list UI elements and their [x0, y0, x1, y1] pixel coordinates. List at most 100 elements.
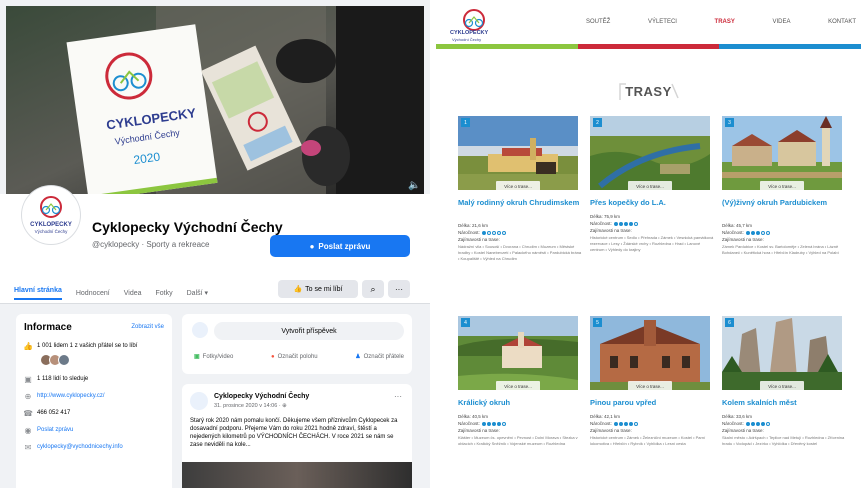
- site-logo-title: CYKLOPECKY: [450, 30, 489, 36]
- tab-home[interactable]: Hlavní stránka: [14, 287, 62, 300]
- info-likes: 1 001 lidem 1 z vašich přátel se to líbí: [37, 343, 138, 349]
- post-options-button[interactable]: ···: [394, 392, 402, 401]
- route-photo[interactable]: 2 Více o trase...: [590, 116, 710, 190]
- email-link[interactable]: cyklopecky@vychodnicechy.info: [37, 444, 123, 450]
- difficulty-dot-icon: [750, 230, 755, 235]
- route-title[interactable]: Pinou parou vpřed: [590, 398, 714, 407]
- route-more-button[interactable]: Více o trase...: [628, 181, 672, 190]
- info-send-message-link[interactable]: Poslat zprávu: [37, 427, 73, 433]
- route-title[interactable]: Malý rodinný okruh Chrudimskem: [458, 198, 582, 207]
- route-photo[interactable]: 3 Více o trase...: [722, 116, 842, 190]
- route-highlights-label: Zajímavosti na trase:: [458, 428, 500, 433]
- ellipsis-icon: ···: [395, 284, 403, 294]
- post-image[interactable]: [182, 462, 412, 488]
- difficulty-dot-icon: [623, 221, 628, 226]
- nav-trasy[interactable]: TRASY: [715, 19, 735, 25]
- route-title[interactable]: Králický okruh: [458, 398, 582, 407]
- route-meta: Délka: 40,5 km Náročnost: Zajímavosti na t…: [458, 413, 582, 434]
- route-photo[interactable]: 1 Více o trase...: [458, 116, 578, 190]
- avatar-title: CYKLOPECKY: [30, 222, 72, 228]
- route-difficulty: Náročnost:: [722, 229, 846, 236]
- route-more-button[interactable]: Více o trase...: [760, 381, 804, 390]
- website-page: CYKLOPECKY Východní Čechy SOUTĚŽ VÝLETEC…: [436, 0, 861, 488]
- route-difficulty: Náročnost:: [590, 220, 714, 227]
- info-message-row: ◉ Poslat zprávu: [24, 426, 164, 434]
- route-length: Délka: 21,6 km: [458, 223, 489, 228]
- difficulty-dot-icon: [755, 230, 760, 235]
- nav-videa[interactable]: VIDEA: [772, 19, 790, 25]
- route-meta: Délka: 21,6 km Náročnost: Zajímavosti na t…: [458, 222, 582, 243]
- color-stripe-green: [436, 44, 578, 49]
- info-panel: Informace Zobrazit vše 👍 1 001 lidem 1 z…: [16, 314, 172, 488]
- tab-videos[interactable]: Videa: [124, 290, 142, 297]
- route-highlights-label: Zajímavosti na trase:: [722, 428, 764, 433]
- speaker-icon[interactable]: 🔈: [408, 180, 420, 191]
- difficulty-dot-icon: [628, 421, 633, 426]
- difficulty-dot-icon: [633, 421, 638, 426]
- checkin-button[interactable]: ● Označit polohu: [271, 353, 318, 360]
- tab-reviews[interactable]: Hodnocení: [76, 290, 110, 297]
- page-title: Cyklopecky Východní Čechy: [92, 219, 283, 235]
- location-pin-icon: ●: [270, 353, 275, 360]
- avatar-subtitle: Východní Čechy: [35, 228, 69, 234]
- color-stripe-red: [577, 44, 720, 49]
- info-likes-row: 👍 1 001 lidem 1 z vašich přátel se to lí…: [24, 342, 164, 350]
- route-highlights: Historické centrum • Zámek • Železniční …: [590, 435, 706, 446]
- page-avatar[interactable]: CYKLOPECKY Východní Čechy: [22, 186, 80, 244]
- tag-friends-button[interactable]: ♟ Označit přátele: [355, 353, 404, 361]
- page-title: TRASY: [625, 84, 672, 99]
- route-title[interactable]: (Vý)živný okruh Pardubickem: [722, 198, 846, 207]
- route-more-button[interactable]: Více o trase...: [496, 181, 540, 190]
- photo-video-label: Fotky/video: [202, 353, 234, 360]
- search-button[interactable]: ⌕: [362, 280, 384, 298]
- difficulty-dot-icon: [750, 421, 755, 426]
- route-highlights: Skalní město • Adršpach • Teplice nad Me…: [722, 435, 845, 446]
- route-photo[interactable]: 4 Více o trase...: [458, 316, 578, 390]
- post-date[interactable]: 31. prosince 2020 v 14:06 · ⊕: [214, 403, 287, 409]
- route-more-button[interactable]: Více o trase...: [496, 381, 540, 390]
- like-page-button[interactable]: 👍 To se mi líbí: [278, 280, 358, 298]
- post-author[interactable]: Cyklopecky Východní Čechy: [214, 393, 309, 400]
- website-link[interactable]: http://www.cyklopecky.cz/: [37, 393, 105, 399]
- friend-avatars[interactable]: [40, 354, 164, 366]
- route-more-button[interactable]: Více o trase...: [760, 181, 804, 190]
- avatar: [192, 322, 208, 338]
- more-options-button[interactable]: ···: [388, 280, 410, 298]
- nav-soutez[interactable]: SOUTĚŽ: [586, 19, 610, 25]
- messenger-icon: ◉: [24, 426, 32, 434]
- difficulty-dot-icon: [765, 421, 770, 426]
- difficulty-rating: [745, 421, 770, 426]
- route-difficulty: Náročnost:: [590, 420, 714, 427]
- route-more-button[interactable]: Více o trase...: [628, 381, 672, 390]
- photo-video-button[interactable]: ▣ Fotky/video: [194, 353, 234, 361]
- tab-more[interactable]: Další ▾: [187, 289, 208, 297]
- route-title[interactable]: Kolem skalních měst: [722, 398, 846, 407]
- info-see-all-link[interactable]: Zobrazit vše: [131, 324, 164, 330]
- route-difficulty-label: Náročnost:: [590, 421, 612, 426]
- person-icon: ♟: [355, 354, 361, 360]
- site-nav: SOUTĚŽ VÝLETECI TRASY VIDEA KONTAKT: [586, 19, 856, 25]
- create-post-input[interactable]: Vytvořit příspěvek: [214, 322, 404, 340]
- screenshot-collage: CYKLOPECKY Východní Čechy 2020 🔈 CYKLOPE…: [0, 0, 861, 488]
- route-photo[interactable]: 6 Více o trase...: [722, 316, 842, 390]
- difficulty-dot-icon: [486, 230, 491, 235]
- color-stripe-blue: [719, 44, 861, 49]
- difficulty-dot-icon: [481, 421, 486, 426]
- feed-post: Cyklopecky Východní Čechy 31. prosince 2…: [182, 384, 412, 488]
- route-meta: Délka: 75,9 km Náročnost: Zajímavosti na t…: [590, 213, 714, 234]
- route-title[interactable]: Přes kopečky do L.A.: [590, 198, 714, 207]
- route-photo[interactable]: 5 Více o trase...: [590, 316, 710, 390]
- difficulty-dot-icon: [491, 230, 496, 235]
- send-message-button[interactable]: ● Poslat zprávu: [270, 235, 410, 257]
- info-website-row: ⊕ http://www.cyklopecky.cz/: [24, 392, 164, 400]
- tag-friends-label: Označit přátele: [363, 353, 404, 360]
- route-length: Délka: 75,9 km: [590, 214, 621, 219]
- tab-photos[interactable]: Fotky: [156, 290, 173, 297]
- create-post-actions: ▣ Fotky/video ● Označit polohu ♟ Označit př…: [194, 353, 404, 361]
- difficulty-rating: [481, 230, 506, 235]
- nav-vyletnici[interactable]: VÝLETECI: [648, 19, 677, 25]
- messenger-icon: ●: [309, 241, 315, 251]
- nav-kontakt[interactable]: KONTAKT: [828, 19, 856, 25]
- photo-icon: ▣: [194, 354, 200, 360]
- avatar[interactable]: [190, 392, 208, 410]
